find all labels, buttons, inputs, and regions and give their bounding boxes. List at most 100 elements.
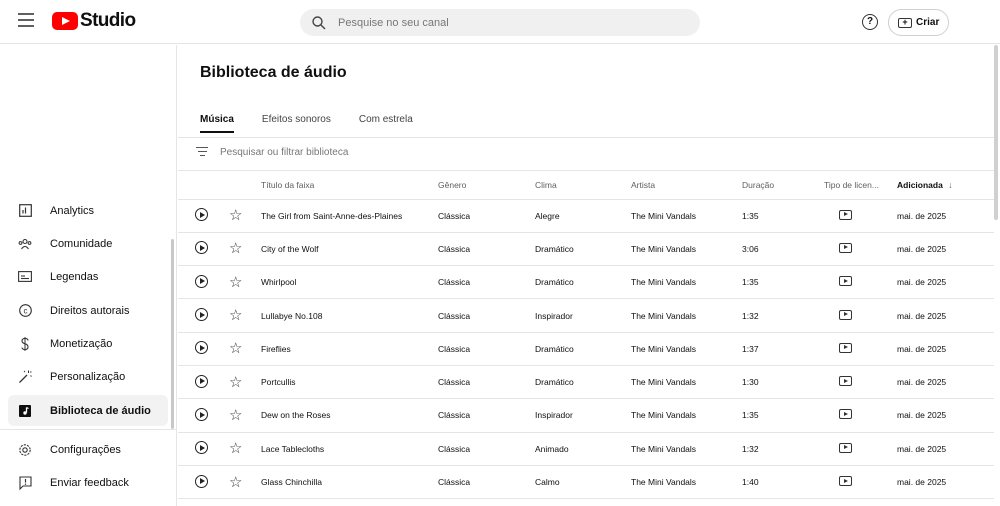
play-icon[interactable] (195, 308, 208, 322)
play-icon[interactable] (195, 441, 208, 455)
table-row[interactable]: ☆ Dew on the Roses Clássica Inspirador The M… (178, 398, 994, 433)
cell-genre: Clássica (438, 365, 535, 400)
star-icon[interactable]: ☆ (229, 440, 242, 457)
search-icon (312, 15, 326, 29)
star-icon[interactable]: ☆ (229, 307, 242, 324)
cell-genre: Clássica (438, 465, 535, 500)
cell-added: mai. de 2025 (897, 199, 994, 233)
star-icon[interactable]: ☆ (229, 274, 242, 291)
header-license[interactable]: Tipo de licen... (824, 171, 897, 200)
cell-duration: 1:35 (742, 398, 824, 433)
sidebar-item-customization[interactable]: Personalização (8, 361, 168, 392)
analytics-icon (18, 204, 32, 218)
sidebar: Analytics Comunidade Legendas c Direitos… (0, 45, 177, 506)
tab-sound-effects[interactable]: Efeitos sonoros (262, 114, 331, 133)
youtube-license-icon (839, 276, 852, 287)
sidebar-item-label: Legendas (50, 270, 99, 283)
logo-text: Studio (80, 10, 136, 31)
cell-title: Whirlpool (261, 265, 438, 300)
table-row[interactable]: ☆ City of the Wolf Clássica Dramático The Mi… (178, 232, 994, 267)
page-title: Biblioteca de áudio (200, 64, 347, 81)
tab-bar: Música Efeitos sonoros Com estrela (200, 114, 441, 133)
star-icon[interactable]: ☆ (229, 240, 242, 257)
header-artist[interactable]: Artista (631, 171, 742, 200)
header-duration[interactable]: Duração (742, 171, 824, 200)
cell-added: mai. de 2025 (897, 232, 994, 267)
sidebar-divider (0, 429, 177, 430)
sidebar-item-monetization[interactable]: Monetização (8, 328, 168, 359)
star-icon[interactable]: ☆ (229, 207, 242, 224)
cell-title: Lace Tablecloths (261, 432, 438, 466)
sidebar-item-label: Monetização (50, 337, 113, 350)
table-row[interactable]: ☆ Fireflies Clássica Dramático The Mini Vand… (178, 332, 994, 366)
play-icon[interactable] (195, 407, 208, 421)
sidebar-scrollbar[interactable] (171, 239, 174, 429)
cell-artist: The Mini Vandals (631, 265, 742, 300)
sidebar-item-settings[interactable]: Configurações (8, 434, 168, 465)
play-icon[interactable] (195, 374, 208, 388)
tabs-divider (178, 137, 994, 138)
sidebar-item-subtitles[interactable]: Legendas (8, 261, 168, 292)
page-scrollbar[interactable] (994, 45, 998, 220)
play-icon[interactable] (195, 274, 208, 288)
star-icon[interactable]: ☆ (229, 374, 242, 391)
play-icon[interactable] (195, 208, 208, 222)
sidebar-item-analytics[interactable]: Analytics (8, 195, 168, 226)
sidebar-item-copyright[interactable]: c Direitos autorais (8, 295, 168, 326)
table-row[interactable]: ☆ Lullabye No.108 Clássica Inspirador The Mi… (178, 298, 994, 333)
header-genre[interactable]: Gênero (438, 171, 535, 200)
cell-added: mai. de 2025 (897, 365, 994, 400)
header-title[interactable]: Título da faixa (261, 171, 438, 200)
table-row[interactable]: ☆ Lace Tablecloths Clássica Animado The Mini… (178, 432, 994, 466)
star-icon[interactable]: ☆ (229, 340, 242, 357)
sidebar-item-label: Direitos autorais (50, 304, 130, 317)
cell-duration: 1:32 (742, 432, 824, 466)
search-bar[interactable] (300, 9, 700, 36)
svg-text:c: c (23, 306, 27, 315)
star-icon[interactable]: ☆ (229, 407, 242, 424)
table-row[interactable]: ☆ Portcullis Clássica Dramático The Mini Van… (178, 365, 994, 400)
play-icon[interactable] (195, 341, 208, 355)
sidebar-item-audio-library[interactable]: Biblioteca de áudio (8, 395, 168, 426)
play-icon[interactable] (195, 474, 208, 488)
play-icon[interactable] (195, 241, 208, 255)
youtube-license-icon (839, 476, 852, 487)
filter-placeholder[interactable]: Pesquisar ou filtrar biblioteca (220, 147, 348, 158)
cell-genre: Clássica (438, 232, 535, 267)
cell-mood: Dramático (535, 265, 631, 300)
sidebar-item-feedback[interactable]: Enviar feedback (8, 467, 168, 498)
cell-added: mai. de 2025 (897, 298, 994, 333)
top-bar: Studio ? + Criar (0, 0, 1000, 44)
sidebar-item-community[interactable]: Comunidade (8, 228, 168, 259)
header-mood[interactable]: Clima (535, 171, 631, 200)
studio-logo[interactable]: Studio (52, 10, 136, 32)
tab-music[interactable]: Música (200, 114, 234, 133)
youtube-license-icon (839, 242, 852, 253)
table-row[interactable]: ☆ Whirlpool Clássica Dramático The Mini Vand… (178, 265, 994, 300)
cell-mood: Alegre (535, 199, 631, 233)
tab-starred[interactable]: Com estrela (359, 114, 413, 133)
help-icon[interactable]: ? (862, 14, 878, 30)
search-input[interactable] (338, 16, 658, 29)
create-button[interactable]: + Criar (888, 9, 949, 36)
header-star-spacer (220, 171, 261, 200)
youtube-license-icon (839, 376, 852, 387)
youtube-license-icon (839, 209, 852, 220)
filter-icon[interactable] (196, 147, 208, 158)
cell-duration: 1:32 (742, 298, 824, 333)
table-row[interactable]: ☆ Glass Chinchilla Clássica Calmo The Mini V… (178, 465, 994, 500)
cell-mood: Inspirador (535, 398, 631, 433)
cell-genre: Clássica (438, 199, 535, 233)
audio-table: Título da faixa Gênero Clima Artista Dur… (178, 171, 994, 500)
menu-icon[interactable] (18, 13, 34, 27)
cell-mood: Dramático (535, 365, 631, 400)
filter-bar[interactable]: Pesquisar ou filtrar biblioteca (196, 147, 348, 158)
star-icon[interactable]: ☆ (229, 474, 242, 491)
table-row[interactable]: ☆ The Girl from Saint-Anne-des-Plaines Clá… (178, 199, 994, 233)
monetization-icon (18, 336, 32, 351)
cell-artist: The Mini Vandals (631, 398, 742, 433)
header-added[interactable]: Adicionada ↓ (897, 171, 994, 200)
sidebar-item-label: Comunidade (50, 237, 113, 250)
cell-added: mai. de 2025 (897, 465, 994, 500)
cell-title: The Girl from Saint-Anne-des-Plaines (261, 199, 438, 233)
